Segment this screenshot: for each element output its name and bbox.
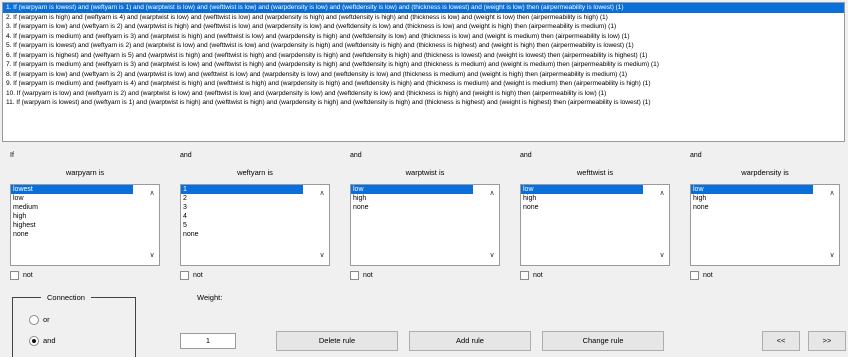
scroll-down-icon[interactable]: ∨	[657, 251, 667, 261]
rule-row[interactable]: 4. If (warpyarn is medium) and (weftyarn…	[3, 32, 844, 42]
and-radio[interactable]	[29, 336, 39, 346]
column-label: warptwist is	[405, 168, 445, 177]
list-item[interactable]: high	[11, 212, 159, 221]
column-prefix: and	[180, 152, 192, 159]
column-prefix: and	[350, 152, 362, 159]
membership-listbox[interactable]: low high none ∧ ∨	[690, 184, 840, 266]
scroll-down-icon[interactable]: ∨	[147, 251, 157, 261]
list-item[interactable]: 2	[181, 194, 329, 203]
rule-row[interactable]: 10. If (warpyarn is low) and (weftyarn i…	[3, 89, 844, 99]
column-prefix: and	[690, 152, 702, 159]
rule-row[interactable]: 2. If (warpyarn is high) and (weftyarn i…	[3, 13, 844, 23]
list-item[interactable]: low	[691, 185, 813, 194]
rule-row[interactable]: 3. If (warpyarn is low) and (weftyarn is…	[3, 22, 844, 32]
rule-row[interactable]: 1. If (warpyarn is lowest) and (weftyarn…	[3, 3, 844, 13]
rule-row[interactable]: 8. If (warpyarn is low) and (weftyarn is…	[3, 70, 844, 80]
rules-listbox[interactable]: 1. If (warpyarn is lowest) and (weftyarn…	[2, 2, 845, 142]
weight-label: Weight:	[197, 293, 223, 302]
membership-listbox[interactable]: low high none ∧ ∨	[350, 184, 500, 266]
list-item[interactable]: 5	[181, 221, 329, 230]
connection-title: Connection	[41, 293, 91, 302]
add-rule-button[interactable]: Add rule	[409, 331, 531, 351]
not-label: not	[23, 272, 33, 279]
not-label: not	[193, 272, 203, 279]
membership-listbox[interactable]: low high none ∧ ∨	[520, 184, 670, 266]
rule-row[interactable]: 6. If (warpyarn is highest) and (weftyar…	[3, 51, 844, 61]
list-item[interactable]: high	[521, 194, 669, 203]
scroll-up-icon[interactable]: ∧	[487, 189, 497, 199]
list-item[interactable]: none	[11, 230, 159, 239]
rule-row[interactable]: 9. If (warpyarn is medium) and (weftyarn…	[3, 79, 844, 89]
list-item[interactable]: medium	[11, 203, 159, 212]
scroll-up-icon[interactable]: ∧	[827, 189, 837, 199]
column-label: weftyarn is	[237, 168, 273, 177]
weight-input[interactable]: 1	[180, 333, 236, 349]
list-item[interactable]: high	[691, 194, 839, 203]
list-item[interactable]: high	[351, 194, 499, 203]
scroll-up-icon[interactable]: ∧	[317, 189, 327, 199]
scroll-up-icon[interactable]: ∧	[147, 189, 157, 199]
list-item[interactable]: none	[181, 230, 329, 239]
list-item[interactable]: low	[521, 185, 643, 194]
list-item[interactable]: none	[691, 203, 839, 212]
list-item[interactable]: 4	[181, 212, 329, 221]
delete-rule-button[interactable]: Delete rule	[276, 331, 398, 351]
list-item[interactable]: none	[521, 203, 669, 212]
previous-button[interactable]: <<	[762, 331, 800, 351]
membership-listbox[interactable]: 1 2 3 4 5 none ∧ ∨	[180, 184, 330, 266]
column-prefix: and	[520, 152, 532, 159]
not-checkbox[interactable]	[350, 271, 359, 280]
change-rule-button[interactable]: Change rule	[542, 331, 664, 351]
column-prefix: If	[10, 152, 14, 159]
rule-row[interactable]: 7. If (warpyarn is medium) and (weftyarn…	[3, 60, 844, 70]
column-label: wefttwist is	[576, 168, 614, 177]
not-label: not	[363, 272, 373, 279]
list-item[interactable]: low	[11, 194, 159, 203]
list-item[interactable]: 1	[181, 185, 303, 194]
or-label: or	[43, 315, 50, 324]
membership-listbox[interactable]: lowest low medium high highest none ∧ ∨	[10, 184, 160, 266]
not-checkbox[interactable]	[10, 271, 19, 280]
not-checkbox[interactable]	[520, 271, 529, 280]
scroll-up-icon[interactable]: ∧	[657, 189, 667, 199]
next-button[interactable]: >>	[808, 331, 846, 351]
rule-row[interactable]: 5. If (warpyarn is lowest) and (weftyarn…	[3, 41, 844, 51]
not-checkbox[interactable]	[690, 271, 699, 280]
or-radio[interactable]	[29, 315, 39, 325]
not-label: not	[533, 272, 543, 279]
rule-row[interactable]: 11. If (warpyarn is lowest) and (weftyar…	[3, 98, 844, 108]
and-label: and	[43, 336, 56, 345]
list-item[interactable]: low	[351, 185, 473, 194]
list-item[interactable]: lowest	[11, 185, 133, 194]
scroll-down-icon[interactable]: ∨	[487, 251, 497, 261]
list-item[interactable]: highest	[11, 221, 159, 230]
connection-group: Connection or and	[12, 293, 136, 357]
list-item[interactable]: 3	[181, 203, 329, 212]
list-item[interactable]: none	[351, 203, 499, 212]
scroll-down-icon[interactable]: ∨	[317, 251, 327, 261]
scroll-down-icon[interactable]: ∨	[827, 251, 837, 261]
not-checkbox[interactable]	[180, 271, 189, 280]
not-label: not	[703, 272, 713, 279]
column-label: warpyarn is	[65, 168, 105, 177]
column-label: warpdensity is	[741, 168, 789, 177]
